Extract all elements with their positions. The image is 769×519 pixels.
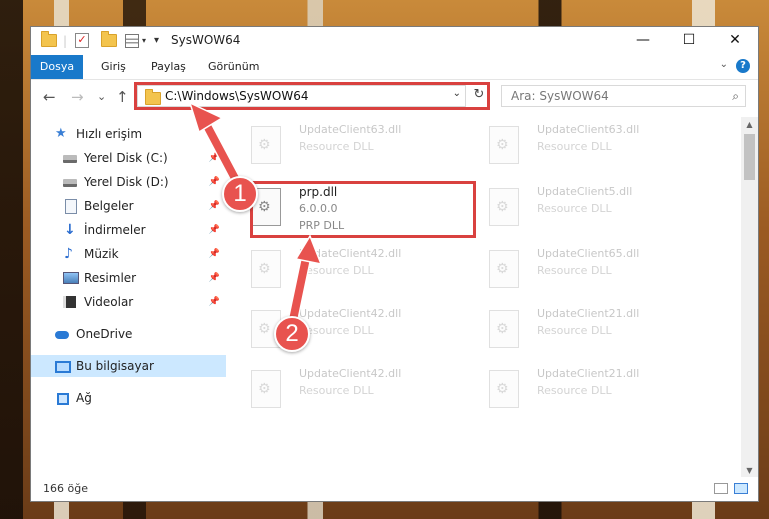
arrow-1	[188, 101, 244, 190]
annotation-arrows	[188, 101, 323, 326]
step-2-badge: 2	[274, 316, 310, 352]
arrow-2	[287, 234, 323, 326]
step-1-badge: 1	[222, 176, 258, 212]
